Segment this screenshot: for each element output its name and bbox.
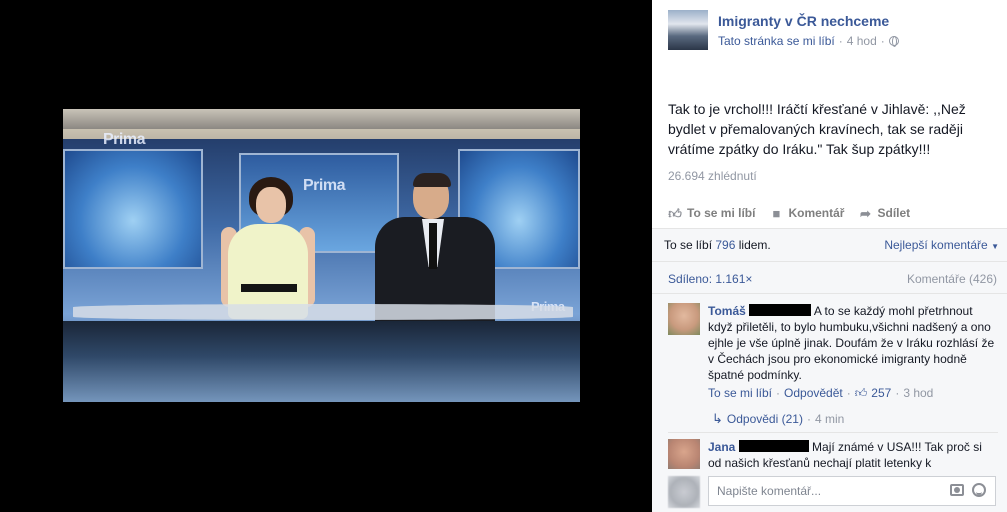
likes-summary: To se líbí 796 lidem. [664,238,771,252]
likes-suffix: lidem. [738,238,771,252]
share-button[interactable]: ➦ Sdílet [858,204,910,222]
post-side-panel: Imigranty v ČR nechceme Tato stránka se … [652,0,1007,512]
caret-down-icon: ▼ [991,242,999,251]
anchor-man-hair [413,173,451,187]
share-button-label: Sdílet [877,206,911,220]
channel-logo: Prima [103,131,145,148]
comment-bubble-icon: ■ [772,205,781,221]
post-text: Tak to je vrchol!!! Iráčtí křesťané v Ji… [668,101,966,157]
comment-like-count[interactable]: 257 [871,385,891,401]
anchor-man-tie [429,223,437,269]
comment-sort-label: Nejlepší komentáře [884,238,988,252]
globe-icon[interactable] [888,36,899,47]
post-meta: Tato stránka se mi líbí · 4 hod · [718,34,899,48]
page-avatar[interactable] [668,10,708,50]
meta-separator: · [838,34,843,48]
replies-time: 4 min [814,412,845,426]
commenter-name[interactable]: Jana [708,440,735,454]
redaction-bar [738,440,809,452]
comment-divider [668,432,998,433]
likes-count-link[interactable]: 796 [715,238,735,252]
replies-label: Odpovědi (21) [726,412,803,426]
meta-separator-2: · [880,34,885,48]
stats-divider [652,261,1007,262]
like-button[interactable]: 👍︎ To se mi líbí [668,204,755,222]
share-arrow-icon: ➦ [860,205,871,221]
comment-like-link[interactable]: To se mi líbí [708,385,772,401]
comments-divider [652,293,1007,294]
anchor-woman-face [256,187,286,223]
like-page-link[interactable]: Tato stránka se mi líbí [718,34,835,48]
thumb-up-icon: 👍︎ [668,205,682,221]
comment-sort-dropdown[interactable]: Nejlepší komentáře ▼ [884,238,999,252]
view-count: 26.694 zhlédnutí [668,169,757,183]
comment-reply-link[interactable]: Odpovědět [784,385,843,401]
like-button-label: To se mi líbí [687,206,756,220]
current-user-avatar [668,476,700,508]
comment-button[interactable]: ■ Komentář [769,204,845,222]
commenter-name[interactable]: Tomáš [708,304,746,318]
post-action-bar: 👍︎ To se mi líbí ■ Komentář ➦ Sdílet [668,204,998,222]
reply-arrow-icon: ↳ [712,411,723,426]
shares-count-link[interactable]: Sdíleno: 1.161× [668,272,752,286]
comment-item: Tomáš A to se každý mohl přetrhnout když… [668,303,998,403]
smiley-icon[interactable] [972,483,986,497]
comment-body: Tomáš A to se každý mohl přetrhnout když… [708,303,998,401]
post-timestamp[interactable]: 4 hod [847,34,877,48]
comment-actions: To se mi líbí · Odpovědět · 👍︎ 257 · 3 h… [708,385,998,401]
comment-body: Jana Mají známé v USA!!! Tak proč si od … [708,439,998,469]
commenter-avatar[interactable] [668,303,700,335]
comment-button-label: Komentář [788,206,845,220]
likes-prefix: To se líbí [664,238,713,252]
photo-theater-stage: Prima Prima Prima [0,0,652,512]
view-replies-link[interactable]: ↳ Odpovědi (21) · 4 min [712,411,844,427]
anchor-woman-belt [241,284,297,292]
comment-separator: · [776,386,781,400]
commenter-avatar[interactable] [668,439,700,469]
page-name-link[interactable]: Imigranty v ČR nechceme [718,13,889,29]
redaction-bar [749,304,812,316]
news-desk-edge [73,304,573,320]
thumb-up-icon: 👍︎ [854,386,868,400]
replies-separator: · [806,412,811,426]
comment-item: Jana Mají známé v USA!!! Tak proč si od … [668,439,998,469]
news-desk [63,321,580,402]
comment-time[interactable]: 3 hod [903,385,933,401]
post-header: Imigranty v ČR nechceme Tato stránka se … [668,10,998,54]
video-player[interactable]: Prima Prima Prima [63,109,580,402]
comment-separator-3: · [895,386,900,400]
comment-separator-2: · [846,386,851,400]
comment-composer [668,474,998,508]
camera-icon[interactable] [950,484,964,496]
channel-logo-screen: Prima [303,177,345,194]
studio-screen-left [63,149,203,269]
comments-count[interactable]: Komentáře (426) [907,272,997,286]
